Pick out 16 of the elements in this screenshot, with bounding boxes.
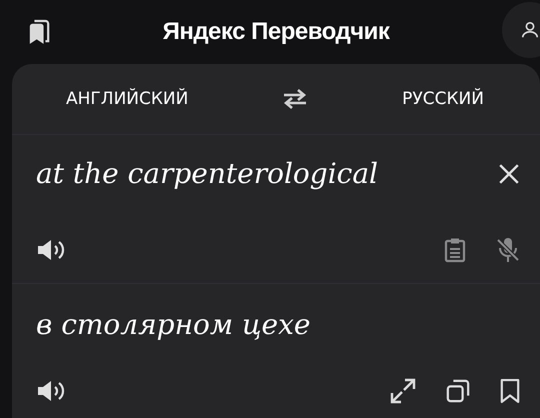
input-field[interactable]: at the carpenterological [36,157,378,190]
copy-icon[interactable] [446,379,470,403]
target-language-button[interactable]: РУССКИЙ [402,89,484,109]
source-language-button[interactable]: АНГЛИЙСКИЙ [66,89,188,109]
close-icon[interactable] [498,162,520,184]
speaker-icon[interactable] [36,237,66,263]
person-icon[interactable] [521,21,540,39]
clipboard-icon[interactable] [444,237,466,263]
bookmark-icon[interactable] [500,378,520,404]
translation-text: в столярном цехе [36,308,312,341]
speaker-icon[interactable] [36,378,66,404]
expand-icon[interactable] [390,378,416,404]
app-title: Яндекс Переводчик [162,18,390,46]
bookmarks-icon[interactable] [28,19,50,45]
microphone-off-icon[interactable] [496,237,520,263]
swap-icon[interactable] [282,88,308,110]
